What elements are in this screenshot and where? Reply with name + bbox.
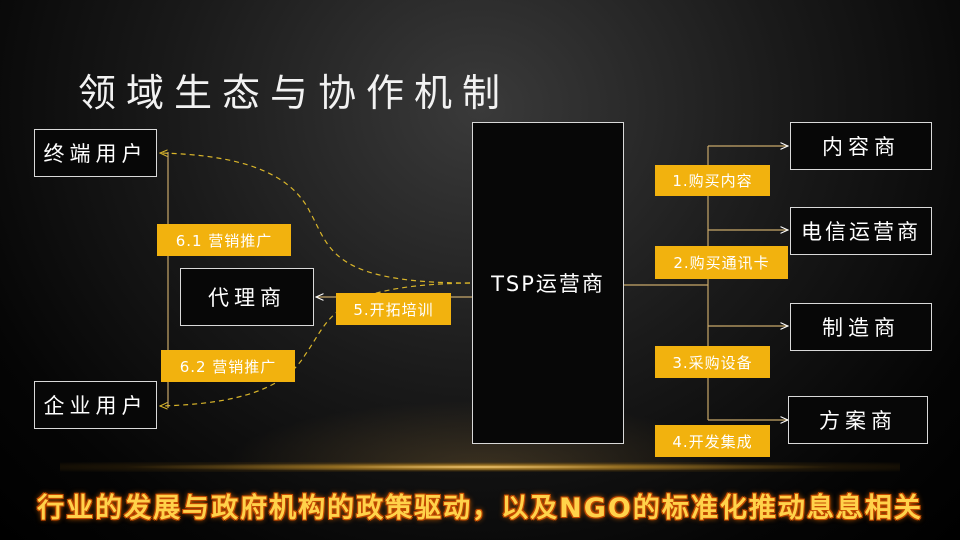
slide: 领域生态与协作机制 终端用户 代理商 企业用户 TSP运营商 内容商 电信运营商… — [0, 0, 960, 540]
footer-statement: 行业的发展与政府机构的政策驱动，以及NGO的标准化推动息息相关 — [37, 493, 923, 524]
page-title: 领域生态与协作机制 — [78, 71, 511, 115]
label-marketing-1: 6.1 营销推广 — [157, 224, 291, 256]
label-procure-equipment: 3.采购设备 — [655, 346, 770, 378]
node-telecom-operator: 电信运营商 — [790, 207, 932, 255]
node-solution-provider: 方案商 — [788, 396, 928, 444]
label-marketing-2: 6.2 营销推广 — [161, 350, 295, 382]
label-expand-training: 5.开拓培训 — [336, 293, 451, 325]
node-manufacturer: 制造商 — [790, 303, 932, 351]
node-agent: 代理商 — [180, 268, 314, 326]
label-develop-integrate: 4.开发集成 — [655, 425, 770, 457]
golden-divider — [60, 462, 900, 472]
node-tsp-operator: TSP运营商 — [472, 122, 624, 444]
dashed-curve-to-end-user — [160, 153, 471, 284]
node-enterprise-user: 企业用户 — [34, 381, 157, 429]
label-buy-sim: 2.购买通讯卡 — [655, 246, 788, 279]
label-buy-content: 1.购买内容 — [655, 165, 770, 196]
node-end-user: 终端用户 — [34, 129, 157, 177]
node-content-provider: 内容商 — [790, 122, 932, 170]
